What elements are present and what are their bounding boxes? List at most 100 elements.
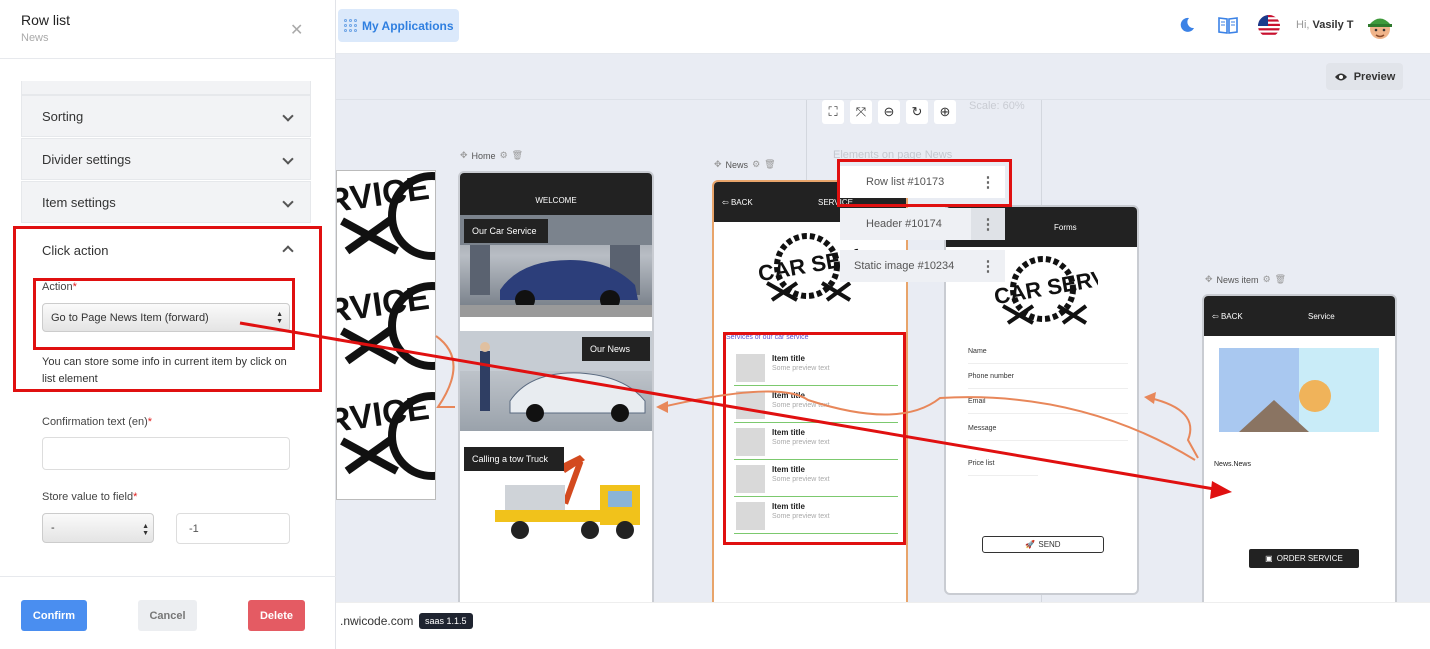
list-item[interactable]: Item title Some preview text — [734, 426, 898, 460]
home-header: WELCOME — [460, 173, 652, 215]
item-title: Item title — [772, 391, 805, 400]
docs-book-icon[interactable] — [1218, 16, 1238, 34]
zoom-in-icon[interactable]: ⊕ — [934, 100, 956, 124]
settings-panel: Row list News ✕ Sorting Divider settings… — [0, 0, 336, 649]
preview-label: Preview — [1353, 70, 1396, 83]
page-name: News — [725, 159, 749, 170]
list-item[interactable]: Item title Some preview text — [734, 389, 898, 423]
tile-label: Calling a tow Truck — [464, 447, 564, 471]
us-flag-icon[interactable] — [1258, 15, 1280, 37]
image-placeholder-icon — [736, 428, 765, 456]
confirm-button[interactable]: Confirm — [21, 600, 87, 631]
news-back-label: BACK — [730, 197, 753, 207]
more-vertical-icon[interactable]: ⋮ — [971, 166, 1005, 198]
settings-icon[interactable]: ⚙ — [752, 159, 760, 170]
form-field[interactable]: Name — [968, 348, 1128, 364]
news-back[interactable]: ⇦ BACK — [722, 198, 753, 207]
user-greeting: Hi, Vasily T — [1296, 19, 1354, 31]
page-label-news-item[interactable]: ✥ News item ⚙ 🗑 — [1205, 274, 1286, 285]
item-title: Item title — [772, 465, 805, 474]
page-name: Home — [471, 150, 496, 161]
chevron-down-icon — [282, 153, 294, 165]
cancel-button[interactable]: Cancel — [138, 600, 197, 631]
form-field[interactable]: Email — [968, 398, 1128, 414]
move-icon[interactable]: ✥ — [460, 150, 468, 161]
trash-icon[interactable]: 🗑 — [1275, 274, 1286, 285]
order-service-button[interactable]: ▣ ORDER SERVICE — [1249, 549, 1359, 568]
my-applications-button[interactable]: My Applications — [338, 9, 459, 42]
move-icon[interactable]: ✥ — [714, 159, 722, 170]
page-label-home[interactable]: ✥ Home ⚙ 🗑 — [460, 150, 523, 161]
action-label: Action* — [42, 281, 77, 293]
page-preview-partial[interactable]: RVICE RVICE RVICE — [336, 170, 436, 500]
tile-our-news[interactable]: Our News — [460, 331, 652, 431]
form-field[interactable]: Message — [968, 425, 1128, 441]
avatar[interactable] — [1365, 12, 1395, 42]
store-field-select[interactable]: - ▲ ▼ — [42, 513, 154, 543]
page-name: News item — [1216, 274, 1259, 285]
tile-calling-tow-truck[interactable]: Calling a tow Truck — [460, 445, 652, 555]
action-label-text: Action — [42, 281, 73, 293]
list-item[interactable]: Item title Some preview text — [734, 500, 898, 534]
news-item-back[interactable]: ⇦ BACK — [1212, 312, 1243, 321]
list-item[interactable]: Item title Some preview text — [734, 463, 898, 497]
confirmation-text-input[interactable] — [42, 437, 290, 470]
home-header-title: WELCOME — [535, 195, 577, 205]
accordion-divider-settings[interactable]: Divider settings — [21, 138, 311, 180]
order-label: ORDER SERVICE — [1276, 554, 1343, 563]
footer — [336, 602, 1430, 649]
more-vertical-icon[interactable]: ⋮ — [971, 250, 1005, 282]
more-vertical-icon[interactable]: ⋮ — [971, 208, 1005, 240]
page-label-news[interactable]: ✥ News ⚙ 🗑 — [714, 159, 776, 170]
scale-indicator: Scale: 60% — [969, 100, 1025, 112]
accordion-click-action[interactable]: Click action — [21, 229, 311, 271]
element-row-list[interactable]: Row list #10173 ⋮ — [840, 166, 1005, 198]
chevron-down-icon — [282, 110, 294, 122]
store-field-value: - — [51, 522, 55, 534]
image-placeholder-icon — [736, 465, 765, 493]
item-preview: Some preview text — [772, 365, 830, 372]
panel-divider — [0, 58, 336, 59]
greeting-word: Hi, — [1296, 19, 1310, 31]
chevron-up-icon — [282, 245, 294, 257]
confirmation-label: Confirmation text (en)* — [42, 416, 153, 428]
element-header[interactable]: Header #10174 ⋮ — [840, 208, 1005, 240]
news-body-text: News.News — [1214, 461, 1251, 468]
news-item-back-label: BACK — [1220, 311, 1243, 321]
trash-icon[interactable]: 🗑 — [512, 150, 523, 161]
store-value-label-text: Store value to field — [42, 491, 134, 503]
accordion-partial[interactable] — [21, 81, 311, 95]
help-text: You can store some info in current item … — [42, 356, 287, 385]
move-icon[interactable]: ✥ — [1205, 274, 1213, 285]
svg-text:CAR SERVICE: CAR SERVICE — [992, 259, 1098, 310]
list-item[interactable]: Item title Some preview text — [734, 352, 898, 386]
rocket-icon: 🚀 — [1025, 540, 1036, 549]
accordion-label: Item settings — [42, 194, 116, 210]
expand-icon[interactable]: ⤧ — [850, 100, 872, 124]
fit-screen-icon[interactable]: ⛶ — [822, 100, 844, 124]
close-icon[interactable]: ✕ — [290, 20, 303, 40]
settings-icon[interactable]: ⚙ — [1263, 274, 1271, 285]
row-list-block[interactable]: Item title Some preview text Item title So… — [723, 332, 906, 545]
element-static-image[interactable]: Static image #10234 ⋮ — [840, 250, 1005, 282]
element-label: Static image #10234 — [854, 260, 955, 272]
delete-button[interactable]: Delete — [248, 600, 305, 631]
store-value-input[interactable]: -1 — [176, 513, 290, 544]
preview-button[interactable]: Preview — [1326, 63, 1403, 90]
accordion-label: Sorting — [42, 108, 84, 124]
trash-icon[interactable]: 🗑 — [764, 159, 775, 170]
reset-zoom-icon[interactable]: ↻ — [906, 100, 928, 124]
tile-our-car-service[interactable]: Our Car Service — [460, 215, 652, 317]
zoom-out-icon[interactable]: ⊖ — [878, 100, 900, 124]
settings-icon[interactable]: ⚙ — [500, 150, 508, 161]
eye-icon — [1334, 73, 1347, 80]
action-select[interactable]: Go to Page News Item (forward) ▲ ▼ — [42, 303, 290, 332]
send-button[interactable]: 🚀 SEND — [982, 536, 1104, 553]
footer-site[interactable]: .nwicode.com — [340, 614, 413, 628]
form-field[interactable]: Phone number — [968, 373, 1128, 389]
page-preview-home[interactable]: WELCOME Our Car Service Our News Calling… — [458, 171, 654, 611]
accordion-sorting[interactable]: Sorting — [21, 95, 311, 137]
accordion-item-settings[interactable]: Item settings — [21, 181, 311, 223]
form-select[interactable]: Price list — [968, 460, 1038, 476]
moon-icon[interactable] — [1179, 17, 1195, 33]
